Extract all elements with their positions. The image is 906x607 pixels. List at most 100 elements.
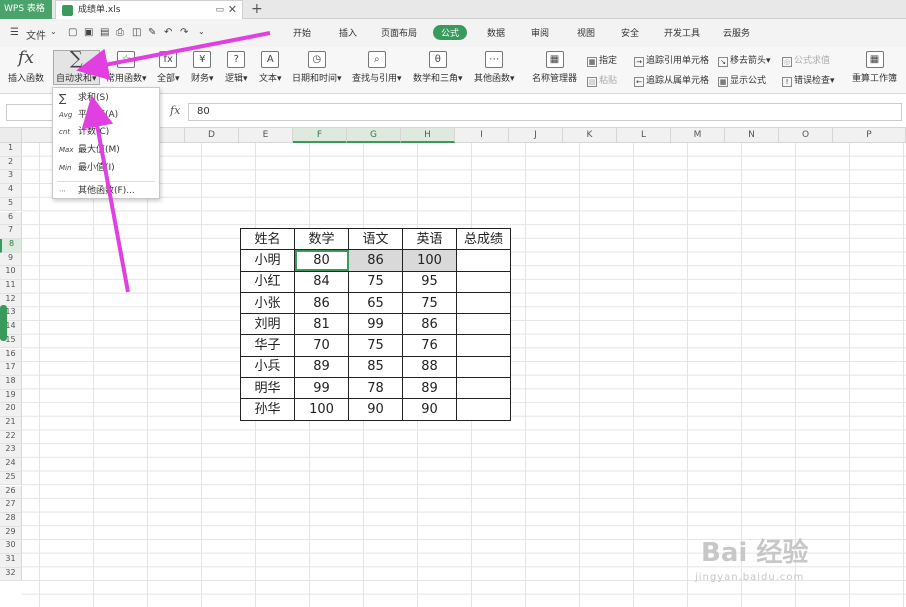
dropdown-sum[interactable]: ∑ 求和(S) xyxy=(53,90,159,107)
error-check-button[interactable]: ! 错误检查▾ xyxy=(782,73,835,87)
finance-button[interactable]: ¥ 财务▾ xyxy=(191,51,214,84)
insert-function-button[interactable]: fx 插入函数 xyxy=(8,50,44,85)
row-header-17[interactable]: 17 xyxy=(0,362,22,376)
table-header-cell[interactable]: 数学 xyxy=(294,227,349,251)
table-cell[interactable]: 小兵 xyxy=(240,355,295,379)
save-icon[interactable]: ▣ xyxy=(84,27,93,38)
text-button[interactable]: A 文本▾ xyxy=(259,51,282,84)
new-tab-button[interactable]: + xyxy=(251,0,263,18)
hamburger-icon[interactable]: ☰ xyxy=(10,27,19,38)
select-all-corner[interactable] xyxy=(0,128,22,143)
row-header-22[interactable]: 22 xyxy=(0,430,22,445)
format-painter-icon[interactable]: ✎ xyxy=(148,27,156,38)
row-header-10[interactable]: 10 xyxy=(0,266,22,280)
column-header[interactable] xyxy=(22,128,53,143)
table-cell[interactable]: 78 xyxy=(348,377,403,400)
math-trig-button[interactable]: θ 数学和三角▾ xyxy=(413,51,463,84)
row-header-23[interactable]: 23 xyxy=(0,444,22,459)
column-header-i[interactable]: I xyxy=(455,128,509,143)
row-header-4[interactable]: 4 xyxy=(0,184,22,198)
other-functions-button[interactable]: ⋯ 其他函数▾ xyxy=(474,51,515,84)
table-cell[interactable]: 70 xyxy=(294,334,349,357)
print-icon[interactable]: ⎙ xyxy=(116,27,124,38)
row-header-29[interactable]: 29 xyxy=(0,526,22,541)
dropdown-other-functions[interactable]: ⋯ 其他函数(F)... xyxy=(53,183,159,200)
table-cell[interactable]: 75 xyxy=(348,270,403,293)
all-functions-button[interactable]: fx 全部▾ xyxy=(157,51,180,84)
file-tab[interactable]: 成绩单.xls ▭ ✕ xyxy=(55,0,243,19)
row-header-24[interactable]: 24 xyxy=(0,458,22,472)
scroll-handle[interactable] xyxy=(0,305,7,341)
table-cell[interactable]: 99 xyxy=(348,313,403,336)
table-header-cell[interactable]: 语文 xyxy=(348,227,403,251)
trace-precedents-button[interactable]: → 追踪引用单元格 xyxy=(634,53,709,67)
row-header-16[interactable]: 16 xyxy=(0,348,22,363)
table-cell[interactable]: 100 xyxy=(294,398,349,421)
customize-icon[interactable]: ⌄ xyxy=(198,27,205,36)
table-cell[interactable] xyxy=(456,355,511,379)
dropdown-max[interactable]: Max 最大值(M) xyxy=(53,142,159,159)
table-cell[interactable] xyxy=(456,270,511,293)
row-header-8[interactable]: 8 xyxy=(0,238,22,253)
datetime-button[interactable]: ◷ 日期和时间▾ xyxy=(292,51,342,84)
formula-evaluate-button[interactable]: ◎ 公式求值 xyxy=(782,53,830,67)
export-icon[interactable]: ▤ xyxy=(100,27,109,38)
table-cell[interactable]: 80 xyxy=(294,249,349,272)
column-header-f[interactable]: F xyxy=(293,128,347,143)
row-header-5[interactable]: 5 xyxy=(0,197,22,212)
table-header-cell[interactable]: 英语 xyxy=(402,227,457,251)
table-cell[interactable] xyxy=(456,313,511,336)
table-header-cell[interactable]: 总成绩 xyxy=(456,227,511,251)
table-cell[interactable]: 86 xyxy=(294,291,349,315)
dropdown-min[interactable]: Min 最小值(I) xyxy=(53,160,159,177)
name-manager-button[interactable]: ▦ 名称管理器 xyxy=(532,51,577,84)
table-cell[interactable]: 90 xyxy=(348,398,403,421)
table-cell[interactable]: 华子 xyxy=(240,334,295,357)
specify-button[interactable]: ▦ 指定 xyxy=(587,53,617,67)
fx-icon[interactable]: fx xyxy=(170,104,180,117)
row-header-2[interactable]: 2 xyxy=(0,156,22,171)
column-header-e[interactable]: E xyxy=(239,128,293,143)
row-header-18[interactable]: 18 xyxy=(0,375,22,390)
tab-insert[interactable]: 插入 xyxy=(339,26,357,39)
row-header-28[interactable]: 28 xyxy=(0,512,22,527)
row-header-11[interactable]: 11 xyxy=(0,280,22,294)
table-cell[interactable]: 76 xyxy=(402,334,457,357)
redo-icon[interactable]: ↷ xyxy=(180,27,188,38)
table-cell[interactable]: 刘明 xyxy=(240,313,295,336)
table-cell[interactable]: 75 xyxy=(348,334,403,357)
table-cell[interactable]: 89 xyxy=(402,377,457,400)
row-header-3[interactable]: 3 xyxy=(0,170,22,185)
logic-button[interactable]: ? 逻辑▾ xyxy=(225,51,248,84)
preview-icon[interactable]: ◫ xyxy=(132,27,141,38)
table-header-cell[interactable]: 姓名 xyxy=(240,227,295,251)
table-cell[interactable] xyxy=(456,249,511,272)
lookup-button[interactable]: ⌕ 查找与引用▾ xyxy=(352,51,402,84)
file-menu[interactable]: 文件 xyxy=(26,27,46,42)
tab-review[interactable]: 审阅 xyxy=(531,26,549,39)
row-header-31[interactable]: 31 xyxy=(0,554,22,568)
chevron-down-icon[interactable]: ⌄ xyxy=(50,27,57,36)
table-cell[interactable] xyxy=(456,334,511,357)
table-cell[interactable]: 81 xyxy=(294,313,349,336)
dropdown-count[interactable]: cnt 计数(C) xyxy=(53,124,159,141)
table-cell[interactable]: 99 xyxy=(294,377,349,400)
table-cell[interactable] xyxy=(456,291,511,315)
common-functions-button[interactable]: ☆ 常用函数▾ xyxy=(106,51,147,84)
table-cell[interactable]: 65 xyxy=(348,291,403,315)
table-cell[interactable]: 孙华 xyxy=(240,398,295,421)
autosum-button[interactable]: ∑ 自动求和▾ xyxy=(53,50,100,85)
app-tab[interactable]: WPS 表格 xyxy=(0,0,52,19)
row-header-6[interactable]: 6 xyxy=(0,211,22,226)
open-icon[interactable]: ▢ xyxy=(68,27,77,38)
column-header-m[interactable]: M xyxy=(671,128,725,143)
remove-arrows-button[interactable]: ↘ 移去箭头▾ xyxy=(718,53,771,67)
row-header-27[interactable]: 27 xyxy=(0,499,22,513)
column-header-o[interactable]: O xyxy=(779,128,833,143)
dropdown-average[interactable]: Avg 平均值(A) xyxy=(53,107,159,124)
tab-formulas[interactable]: 公式 xyxy=(433,25,468,40)
row-header-32[interactable]: 32 xyxy=(0,567,22,582)
recalculate-button[interactable]: ▦ 重算工作簿 xyxy=(852,51,897,84)
table-cell[interactable]: 86 xyxy=(402,313,457,336)
undo-icon[interactable]: ↶ xyxy=(164,27,172,38)
